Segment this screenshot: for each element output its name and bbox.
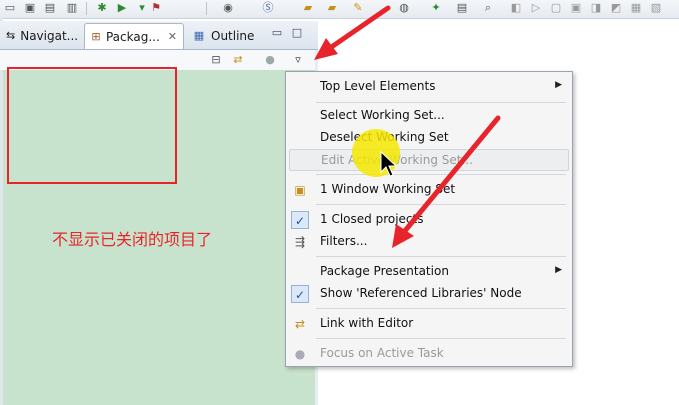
- mouse-cursor-icon: [380, 150, 398, 177]
- arrow-to-closed-projects: [401, 115, 501, 235]
- annotation-arrows: [314, 5, 501, 248]
- arrow-to-view-menu: [327, 5, 391, 51]
- arrow-head-icon: [314, 38, 338, 60]
